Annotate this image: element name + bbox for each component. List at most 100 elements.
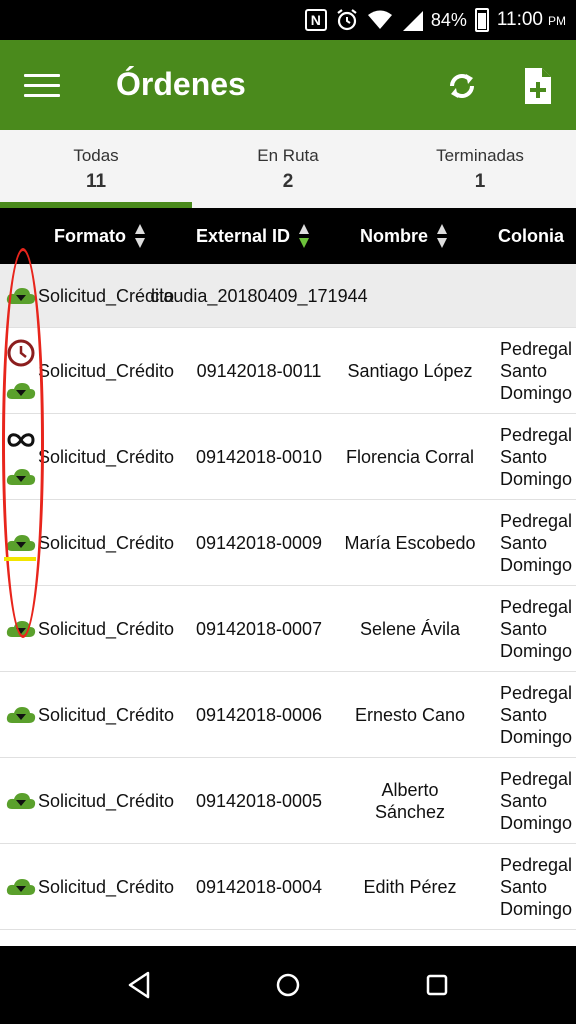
new-document-icon xyxy=(525,68,551,104)
annotation-underline xyxy=(4,557,36,561)
row-status-icons xyxy=(4,586,38,671)
wifi-icon xyxy=(367,9,393,31)
tab-todas[interactable]: Todas 11 xyxy=(0,130,192,208)
column-label: Nombre xyxy=(360,225,429,246)
tab-count: 1 xyxy=(474,171,486,192)
column-header-formato[interactable]: Formato xyxy=(54,208,146,264)
column-label: Colonia xyxy=(498,225,564,246)
cell-external-id: 09142018-0011 xyxy=(196,360,322,381)
sort-icon xyxy=(437,224,448,248)
column-label: External ID xyxy=(196,225,291,246)
table-header: Formato External ID Nombre Colonia xyxy=(0,208,576,264)
table-row[interactable]: Solicitud_Crédito claudia_20180409_171944 xyxy=(0,264,576,328)
table-row[interactable]: Solicitud_Crédito 09142018-0009 María Esco… xyxy=(0,500,576,586)
menu-icon[interactable] xyxy=(24,70,60,100)
sort-icon xyxy=(135,224,145,248)
row-status-icons xyxy=(4,264,38,327)
cloud-download-icon xyxy=(6,469,36,485)
cell-nombre: Florencia Corral xyxy=(345,446,475,467)
table-row[interactable]: Solicitud_Crédito 09142018-0010 Florencia … xyxy=(0,414,576,500)
row-status-icons xyxy=(4,844,38,929)
tab-bar: Todas 11 En Ruta 2 Terminadas 1 xyxy=(0,130,576,208)
row-status-icons xyxy=(4,500,38,585)
cloud-download-icon xyxy=(6,535,36,551)
row-status-icons xyxy=(4,758,38,843)
cell-external-id: 09142018-0004 xyxy=(195,876,323,897)
cell-colonia: Pedregal de Santo Domingo xyxy=(500,854,576,919)
cell-nombre: Alberto Sánchez xyxy=(374,779,446,822)
table-row[interactable]: Solicitud_Crédito 09142018-0005 Alberto Sá… xyxy=(0,758,576,844)
column-header-colonia[interactable]: Colonia xyxy=(498,208,564,264)
tab-label: Terminadas xyxy=(436,146,524,165)
cell-nombre: María Escobedo xyxy=(344,532,476,553)
refresh-button[interactable] xyxy=(440,64,484,108)
battery-icon xyxy=(474,8,489,32)
orders-table: Solicitud_Crédito claudia_20180409_171944… xyxy=(0,264,576,946)
cell-formato: Solicitud_Crédito xyxy=(37,876,175,897)
navigation-bar xyxy=(0,946,576,1024)
cloud-download-icon xyxy=(6,879,36,895)
alarm-icon xyxy=(335,8,359,32)
cell-colonia: Pedregal de Santo Domingo xyxy=(500,510,576,575)
page-title: Órdenes xyxy=(116,66,246,102)
cell-external-id: claudia_20180409_171944 xyxy=(150,285,368,306)
cell-formato: Solicitud_Crédito xyxy=(37,446,175,467)
tab-count: 2 xyxy=(282,171,294,192)
tab-label: Todas xyxy=(73,146,119,165)
sort-active-icon xyxy=(299,224,310,248)
recents-icon[interactable] xyxy=(422,970,452,1000)
cloud-download-icon xyxy=(6,707,36,723)
cell-colonia: Pedregal de Santo Domingo xyxy=(500,768,576,833)
table-row[interactable]: Solicitud_Crédito 09142018-0011 Santiago L… xyxy=(0,328,576,414)
cloud-download-icon xyxy=(6,383,36,399)
cloud-download-icon xyxy=(6,621,36,637)
table-row[interactable]: Solicitud_Crédito 09142018-0007 Selene Ávi… xyxy=(0,586,576,672)
cell-external-id: 09142018-0006 xyxy=(195,704,323,725)
cell-external-id: 09142018-0010 xyxy=(195,446,323,467)
signal-icon xyxy=(401,9,423,31)
row-status-icons xyxy=(4,414,38,499)
cell-colonia: Pedregal de Santo Domingo xyxy=(500,682,576,747)
row-status-icons xyxy=(4,672,38,757)
cell-colonia xyxy=(500,264,576,327)
tab-label: En Ruta xyxy=(257,146,319,165)
new-document-button[interactable] xyxy=(515,64,559,108)
column-label: Formato xyxy=(54,225,126,246)
clock-icon xyxy=(7,339,35,367)
column-header-nombre[interactable]: Nombre xyxy=(360,208,448,264)
tab-count: 11 xyxy=(85,171,107,192)
tab-terminadas[interactable]: Terminadas 1 xyxy=(384,130,576,208)
back-icon[interactable] xyxy=(124,970,154,1000)
cell-nombre xyxy=(344,264,476,327)
tab-en-ruta[interactable]: En Ruta 2 xyxy=(192,130,384,208)
home-icon[interactable] xyxy=(273,970,303,1000)
refresh-icon xyxy=(450,74,474,98)
cell-external-id: 09142018-0005 xyxy=(195,790,323,811)
cell-formato: Solicitud_Crédito xyxy=(37,618,175,639)
row-status-icons xyxy=(4,328,38,413)
cell-formato: Solicitud_Crédito xyxy=(37,532,175,553)
cell-external-id: 09142018-0007 xyxy=(195,618,323,639)
cell-colonia: Pedregal de Santo Domingo xyxy=(500,424,576,489)
cell-colonia: Pedregal de Santo Domingo xyxy=(500,596,576,661)
infinity-icon xyxy=(7,433,35,447)
cell-formato: Solicitud_Crédito xyxy=(37,790,175,811)
app-bar: Órdenes xyxy=(0,40,576,130)
cell-external-id: 09142018-0009 xyxy=(195,532,323,553)
cell-nombre: Santiago López xyxy=(347,360,473,381)
cell-formato: Solicitud_Crédito xyxy=(37,704,175,725)
battery-percent: 84% xyxy=(430,9,467,30)
status-bar: N 84% 11:00 PM xyxy=(0,0,576,40)
cloud-download-icon xyxy=(6,793,36,809)
cell-colonia: Pedregal de Santo Domingo xyxy=(500,338,576,403)
cell-nombre: Selene Ávila xyxy=(359,618,461,639)
table-row[interactable]: Solicitud_Crédito 09142018-0004 Edith Pére… xyxy=(0,844,576,930)
column-header-external-id[interactable]: External ID xyxy=(196,208,310,264)
nfc-icon: N xyxy=(304,9,327,31)
cell-nombre: Edith Pérez xyxy=(363,876,457,897)
cloud-download-icon xyxy=(6,288,36,304)
clock-time: 11:00 PM xyxy=(496,9,566,30)
cell-formato: Solicitud_Crédito xyxy=(37,360,175,381)
cell-nombre: Ernesto Cano xyxy=(354,704,466,725)
table-row[interactable]: Solicitud_Crédito 09142018-0006 Ernesto Ca… xyxy=(0,672,576,758)
